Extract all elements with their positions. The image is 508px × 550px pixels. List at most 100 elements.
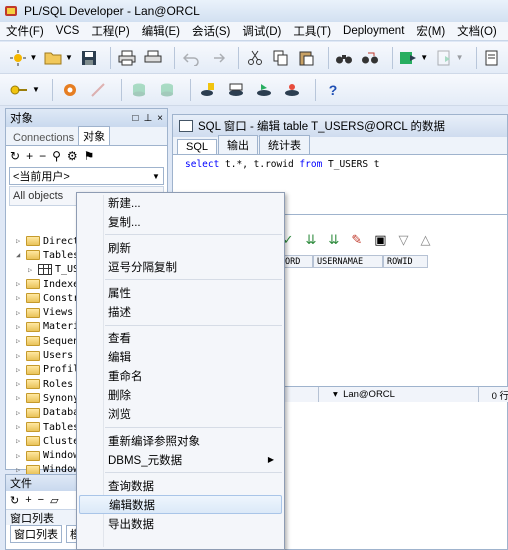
gear-icon[interactable] bbox=[59, 79, 81, 101]
tab-output[interactable]: 输出 bbox=[218, 135, 259, 154]
redo-icon[interactable] bbox=[207, 47, 227, 69]
context-menu-item[interactable]: 描述 bbox=[77, 302, 284, 326]
double-down-icon[interactable]: ⇊ bbox=[306, 232, 317, 248]
chevron-down-icon[interactable]: ▼ bbox=[32, 79, 40, 101]
expand-icon[interactable]: ▷ bbox=[16, 294, 26, 302]
expand-icon[interactable]: ▷ bbox=[16, 394, 26, 402]
folder-icon[interactable]: ▱ bbox=[50, 494, 58, 507]
print-icon[interactable] bbox=[117, 47, 137, 69]
grid-column-header[interactable]: USERNAMAE bbox=[313, 255, 383, 268]
tab-window-list[interactable]: 窗口列表 bbox=[10, 525, 62, 543]
cut-icon[interactable] bbox=[245, 47, 265, 69]
find-icon[interactable]: ⚲ bbox=[52, 149, 61, 163]
chevron-down-icon[interactable]: ▼ bbox=[65, 47, 73, 69]
collapse-icon[interactable]: ◢ bbox=[16, 251, 26, 259]
context-menu-item[interactable]: 查询数据 bbox=[77, 476, 284, 495]
help-icon[interactable]: ? bbox=[322, 79, 344, 101]
double-down-all-icon[interactable]: ⇊ bbox=[328, 232, 339, 248]
tag-icon[interactable]: ⚑ bbox=[84, 149, 95, 163]
expand-icon[interactable]: ▷ bbox=[16, 452, 26, 460]
compile-icon[interactable] bbox=[434, 47, 454, 69]
menu-item-2[interactable]: 工程(P) bbox=[85, 23, 135, 39]
rollback-icon[interactable] bbox=[253, 79, 275, 101]
context-menu-item[interactable]: DBMS_元数据 ▶ bbox=[77, 450, 284, 474]
tab-objects[interactable]: 对象 bbox=[78, 126, 111, 145]
open-icon[interactable] bbox=[43, 47, 63, 69]
expand-icon[interactable]: ▷ bbox=[16, 437, 26, 445]
restore-icon[interactable]: □ bbox=[132, 113, 138, 124]
new-icon[interactable] bbox=[8, 47, 28, 69]
copy-icon[interactable] bbox=[271, 47, 291, 69]
brush-icon[interactable] bbox=[87, 79, 109, 101]
menu-item-7[interactable]: Deployment bbox=[337, 25, 410, 37]
tab-statistics[interactable]: 统计表 bbox=[259, 135, 311, 154]
expand-icon[interactable]: ▷ bbox=[28, 266, 38, 274]
menu-item-3[interactable]: 编辑(E) bbox=[136, 23, 186, 39]
find-icon[interactable] bbox=[335, 47, 355, 69]
commit-icon[interactable] bbox=[197, 79, 219, 101]
expand-icon[interactable]: ▷ bbox=[16, 423, 26, 431]
context-menu-item[interactable]: 编辑 bbox=[77, 348, 284, 367]
save-icon[interactable] bbox=[79, 47, 99, 69]
execute-icon[interactable] bbox=[399, 47, 419, 69]
context-menu-item[interactable]: 查看 bbox=[77, 329, 284, 348]
minus-icon[interactable]: − bbox=[39, 149, 46, 163]
print-preview-icon[interactable] bbox=[143, 47, 163, 69]
context-menu-item[interactable]: 重新编译参照对象 bbox=[77, 431, 284, 450]
triangle-up-icon[interactable]: △ bbox=[421, 232, 431, 248]
key-icon[interactable] bbox=[8, 79, 30, 101]
menu-item-1[interactable]: VCS bbox=[50, 25, 86, 37]
filter-icon[interactable]: ⚙ bbox=[67, 149, 78, 163]
replace-icon[interactable] bbox=[360, 47, 380, 69]
eraser-icon[interactable]: ✎ bbox=[351, 232, 362, 248]
lock-icon[interactable]: ▣ bbox=[374, 232, 386, 248]
expand-icon[interactable]: ▷ bbox=[16, 309, 26, 317]
expand-icon[interactable]: ▷ bbox=[16, 323, 26, 331]
add-icon[interactable]: + bbox=[25, 494, 31, 506]
note-icon[interactable] bbox=[482, 47, 502, 69]
refresh-icon[interactable]: ↻ bbox=[10, 149, 20, 163]
expand-icon[interactable]: ▷ bbox=[16, 352, 26, 360]
db2-icon[interactable] bbox=[156, 79, 178, 101]
connection-selector[interactable]: ▾ Lan@ORCL bbox=[319, 387, 479, 402]
menu-item-9[interactable]: 文档(O) bbox=[451, 23, 503, 39]
menu-item-5[interactable]: 调试(D) bbox=[236, 23, 287, 39]
context-menu-item[interactable]: 复制... bbox=[77, 212, 284, 236]
menu-item-8[interactable]: 宏(M) bbox=[410, 23, 451, 39]
context-menu-item[interactable]: 重命名 bbox=[77, 367, 284, 386]
grid-column-header[interactable]: ORD bbox=[281, 255, 313, 268]
expand-icon[interactable]: ▷ bbox=[16, 380, 26, 388]
menu-item-0[interactable]: 文件(F) bbox=[0, 23, 50, 39]
context-menu-item[interactable]: 属性 bbox=[77, 283, 284, 302]
context-menu-item[interactable]: 编辑数据 bbox=[79, 495, 282, 515]
db-icon[interactable] bbox=[128, 79, 150, 101]
triangle-down-icon[interactable]: ▽ bbox=[399, 232, 409, 248]
chevron-down-icon[interactable]: ▼ bbox=[420, 47, 428, 69]
close-icon[interactable]: × bbox=[157, 113, 163, 124]
expand-icon[interactable]: ▷ bbox=[16, 409, 26, 417]
context-menu-item[interactable]: 刷新 bbox=[77, 238, 284, 257]
undo-icon[interactable] bbox=[181, 47, 201, 69]
paste-icon[interactable] bbox=[296, 47, 316, 69]
menu-item-10[interactable]: 报告 bbox=[503, 23, 508, 39]
add-icon[interactable]: + bbox=[26, 149, 33, 163]
menu-item-4[interactable]: 会话(S) bbox=[186, 23, 236, 39]
expand-icon[interactable]: ▷ bbox=[16, 280, 26, 288]
context-menu-item[interactable]: 逗号分隔复制 bbox=[77, 257, 284, 281]
refresh-icon[interactable]: ↻ bbox=[10, 494, 19, 507]
expand-icon[interactable]: ▷ bbox=[16, 237, 26, 245]
minus-icon[interactable]: − bbox=[38, 494, 44, 506]
context-menu-item[interactable]: 新建... bbox=[77, 193, 284, 212]
context-menu-item[interactable]: 浏览 bbox=[77, 405, 284, 429]
context-menu-item[interactable]: 导出数据 bbox=[77, 514, 284, 533]
chevron-down-icon[interactable]: ▼ bbox=[149, 172, 163, 181]
menu-item-6[interactable]: 工具(T) bbox=[287, 23, 337, 39]
expand-icon[interactable]: ▷ bbox=[16, 466, 26, 474]
chevron-down-icon[interactable]: ▼ bbox=[30, 47, 38, 69]
context-menu-item[interactable]: 删除 bbox=[77, 386, 284, 405]
refresh-db-icon[interactable] bbox=[281, 79, 303, 101]
chevron-down-icon[interactable]: ▼ bbox=[456, 47, 464, 69]
pin-icon[interactable]: ⊥ bbox=[143, 113, 152, 124]
tab-connections[interactable]: Connections bbox=[9, 131, 78, 145]
tab-sql[interactable]: SQL bbox=[177, 139, 218, 154]
